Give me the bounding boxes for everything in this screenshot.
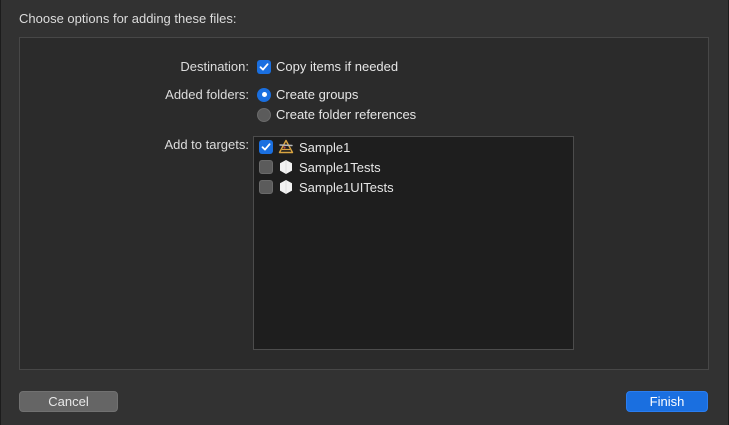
checkbox-unchecked-icon[interactable] bbox=[259, 160, 273, 174]
destination-label: Destination: bbox=[180, 59, 249, 74]
cancel-button[interactable]: Cancel bbox=[19, 391, 118, 412]
target-row-sample1uitests[interactable]: Sample1UITests bbox=[259, 179, 394, 195]
checkbox-checked-icon bbox=[257, 59, 271, 74]
create-groups-radio[interactable]: Create groups bbox=[257, 87, 358, 102]
test-bundle-icon bbox=[278, 179, 294, 195]
sheet-title: Choose options for adding these files: bbox=[19, 11, 237, 26]
add-to-targets-label: Add to targets: bbox=[164, 137, 249, 152]
target-name: Sample1UITests bbox=[299, 179, 394, 195]
copy-items-checkbox[interactable]: Copy items if needed bbox=[257, 59, 398, 74]
target-name: Sample1 bbox=[299, 139, 351, 155]
target-row-sample1[interactable]: Sample1 bbox=[259, 139, 350, 155]
app-icon bbox=[278, 139, 294, 155]
create-folder-references-radio[interactable]: Create folder references bbox=[257, 107, 416, 122]
target-name: Sample1Tests bbox=[299, 159, 381, 175]
added-folders-label: Added folders: bbox=[165, 87, 249, 102]
radio-unselected-icon bbox=[257, 107, 271, 122]
create-groups-label: Create groups bbox=[276, 87, 359, 102]
options-panel: Destination: Copy items if needed Added … bbox=[19, 37, 709, 370]
radio-selected-icon bbox=[257, 87, 271, 102]
copy-items-label: Copy items if needed bbox=[276, 59, 399, 74]
test-bundle-icon bbox=[278, 159, 294, 175]
add-files-sheet: Choose options for adding these files: D… bbox=[0, 0, 729, 425]
checkbox-unchecked-icon[interactable] bbox=[259, 180, 273, 194]
targets-list[interactable]: Sample1 Sample1Tests Sample1UITests bbox=[253, 136, 574, 350]
checkbox-checked-icon[interactable] bbox=[259, 140, 273, 154]
target-row-sample1tests[interactable]: Sample1Tests bbox=[259, 159, 381, 175]
create-folder-references-label: Create folder references bbox=[276, 107, 417, 122]
finish-button[interactable]: Finish bbox=[626, 391, 708, 412]
